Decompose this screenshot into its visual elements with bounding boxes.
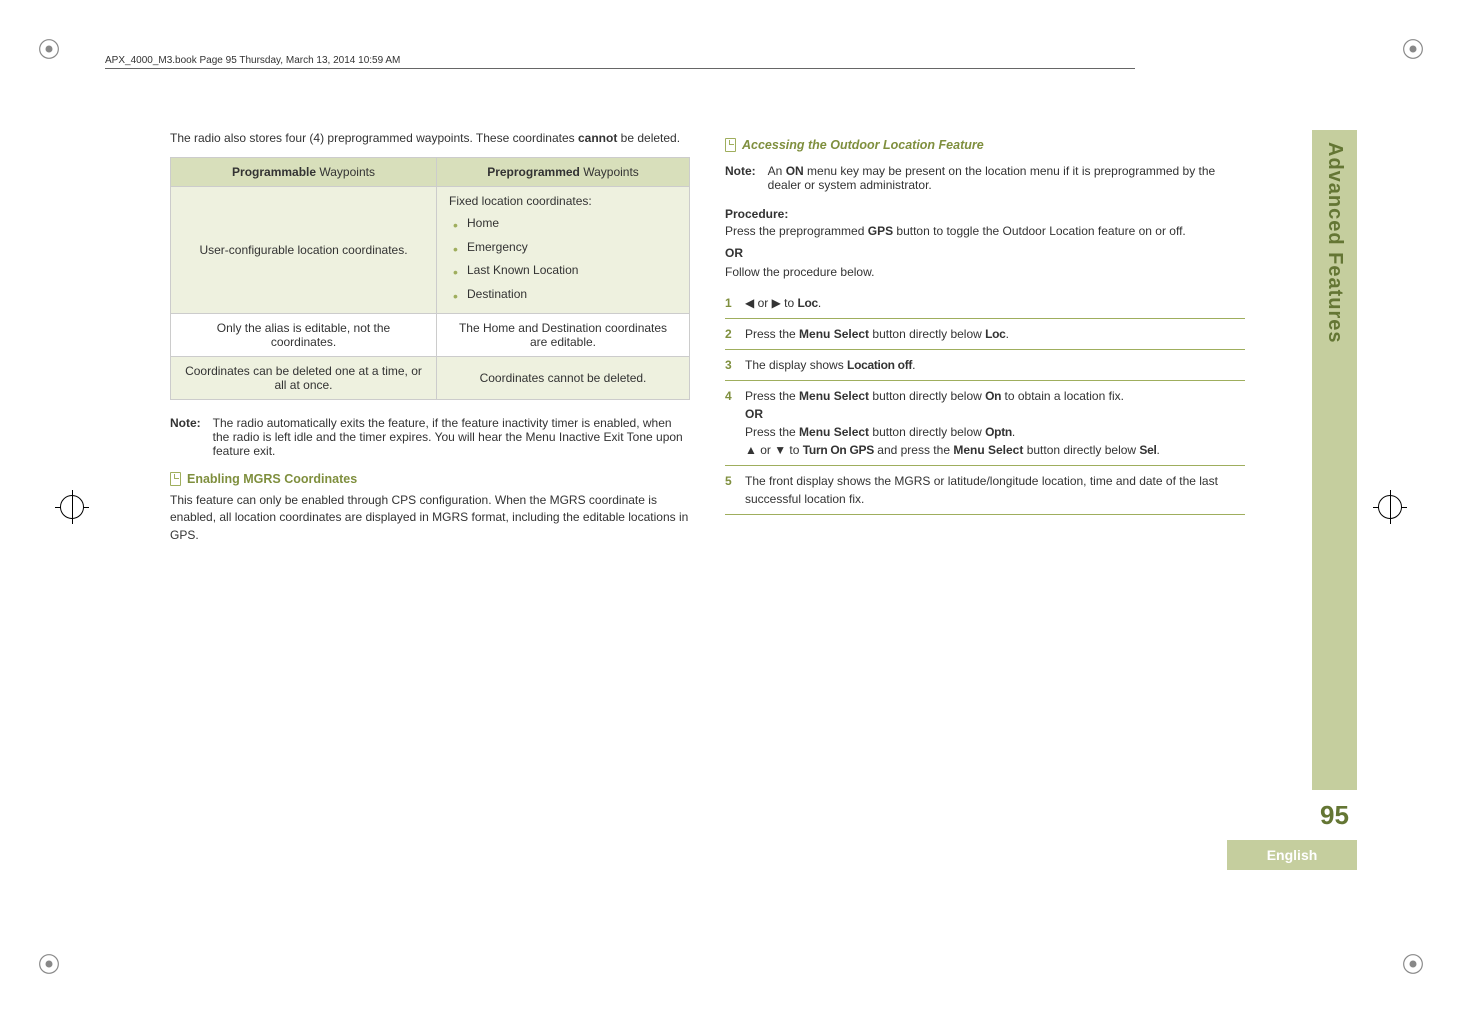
step-number: 3 — [725, 356, 732, 374]
heading-access-text: Accessing the Outdoor Location Feature — [742, 138, 984, 152]
list-item: Home — [449, 212, 677, 235]
table-header-programmable: Programmable Waypoints — [171, 158, 437, 187]
heading-mgrs-text: Enabling MGRS Coordinates — [187, 472, 357, 486]
step-number: 2 — [725, 325, 732, 343]
step-item: 1 ◀ or ▶ to Loc. — [725, 288, 1245, 319]
list-item: Destination — [449, 283, 677, 306]
step-item: 4 Press the Menu Select button directly b… — [725, 381, 1245, 466]
table-row: User-configurable location coordinates. … — [171, 187, 690, 314]
table-row: Coordinates can be deleted one at a time… — [171, 356, 690, 399]
print-mark-icon — [35, 35, 63, 63]
step-body: Press the Menu Select button directly be… — [745, 327, 1009, 341]
procedure-label: Procedure: — [725, 206, 1245, 223]
right-column: Accessing the Outdoor Location Feature N… — [725, 130, 1245, 544]
print-mark-icon — [1399, 950, 1427, 978]
side-tab-label: Advanced Features — [1323, 142, 1346, 344]
cell-alias: Only the alias is editable, not the coor… — [171, 313, 437, 356]
procedure-line2: Follow the procedure below. — [725, 264, 1245, 281]
table-row: Only the alias is editable, not the coor… — [171, 313, 690, 356]
print-mark-icon — [35, 950, 63, 978]
cell-delete: Coordinates can be deleted one at a time… — [171, 356, 437, 399]
heading-mgrs: Enabling MGRS Coordinates — [170, 472, 690, 486]
list-item: Last Known Location — [449, 259, 677, 282]
intro-b: be deleted. — [617, 131, 680, 145]
waypoints-table: Programmable Waypoints Preprogrammed Way… — [170, 157, 690, 400]
heading-access: Accessing the Outdoor Location Feature — [725, 138, 1245, 152]
note-text: An ON menu key may be present on the loc… — [768, 164, 1245, 192]
language-box: English — [1227, 840, 1357, 870]
note-text: The radio automatically exits the featur… — [213, 416, 690, 458]
step-body: The front display shows the MGRS or lati… — [745, 474, 1218, 506]
steps-list: 1 ◀ or ▶ to Loc. 2 Press the Menu Select b… — [725, 288, 1245, 515]
cell-no-delete: Coordinates cannot be deleted. — [437, 356, 690, 399]
step-item: 5 The front display shows the MGRS or lat… — [725, 466, 1245, 515]
registration-mark-icon — [55, 490, 89, 524]
table-header-preprogrammed: Preprogrammed Waypoints — [437, 158, 690, 187]
intro-paragraph: The radio also stores four (4) preprogra… — [170, 130, 690, 147]
left-column: The radio also stores four (4) preprogra… — [170, 130, 690, 544]
list-item: Emergency — [449, 236, 677, 259]
document-icon — [725, 138, 736, 152]
step-item: 3 The display shows Location off. — [725, 350, 1245, 381]
or-label: OR — [725, 245, 1245, 262]
step-body: The display shows Location off. — [745, 358, 915, 372]
note-block: Note: An ON menu key may be present on t… — [725, 164, 1245, 192]
fixed-bullet-list: Home Emergency Last Known Location Desti… — [449, 212, 677, 306]
step-number: 1 — [725, 294, 732, 312]
print-mark-icon — [1399, 35, 1427, 63]
mgrs-paragraph: This feature can only be enabled through… — [170, 492, 690, 544]
side-tab: Advanced Features — [1312, 130, 1357, 790]
page-number: 95 — [1312, 800, 1357, 831]
step-item: 2 Press the Menu Select button directly b… — [725, 319, 1245, 350]
registration-mark-icon — [1373, 490, 1407, 524]
cell-user-config: User-configurable location coordinates. — [171, 187, 437, 314]
note-block: Note: The radio automatically exits the … — [170, 416, 690, 458]
fixed-lead: Fixed location coordinates: — [449, 194, 592, 208]
step-number: 4 — [725, 387, 732, 405]
cell-fixed-list: Fixed location coordinates: Home Emergen… — [437, 187, 690, 314]
cell-home-dest: The Home and Destination coordinates are… — [437, 313, 690, 356]
note-label: Note: — [725, 164, 756, 192]
note-label: Note: — [170, 416, 201, 458]
procedure-line1: Press the preprogrammed GPS button to to… — [725, 223, 1245, 240]
step-number: 5 — [725, 472, 732, 490]
step-body: Press the Menu Select button directly be… — [745, 389, 1160, 457]
header-rule — [105, 68, 1135, 69]
running-head: APX_4000_M3.book Page 95 Thursday, March… — [105, 55, 1135, 69]
content-area: The radio also stores four (4) preprogra… — [170, 130, 1270, 544]
intro-a: The radio also stores four (4) preprogra… — [170, 131, 578, 145]
running-head-text: APX_4000_M3.book Page 95 Thursday, March… — [105, 55, 400, 66]
intro-bold: cannot — [578, 131, 617, 145]
document-icon — [170, 472, 181, 486]
step-body: ◀ or ▶ to Loc. — [745, 296, 821, 310]
